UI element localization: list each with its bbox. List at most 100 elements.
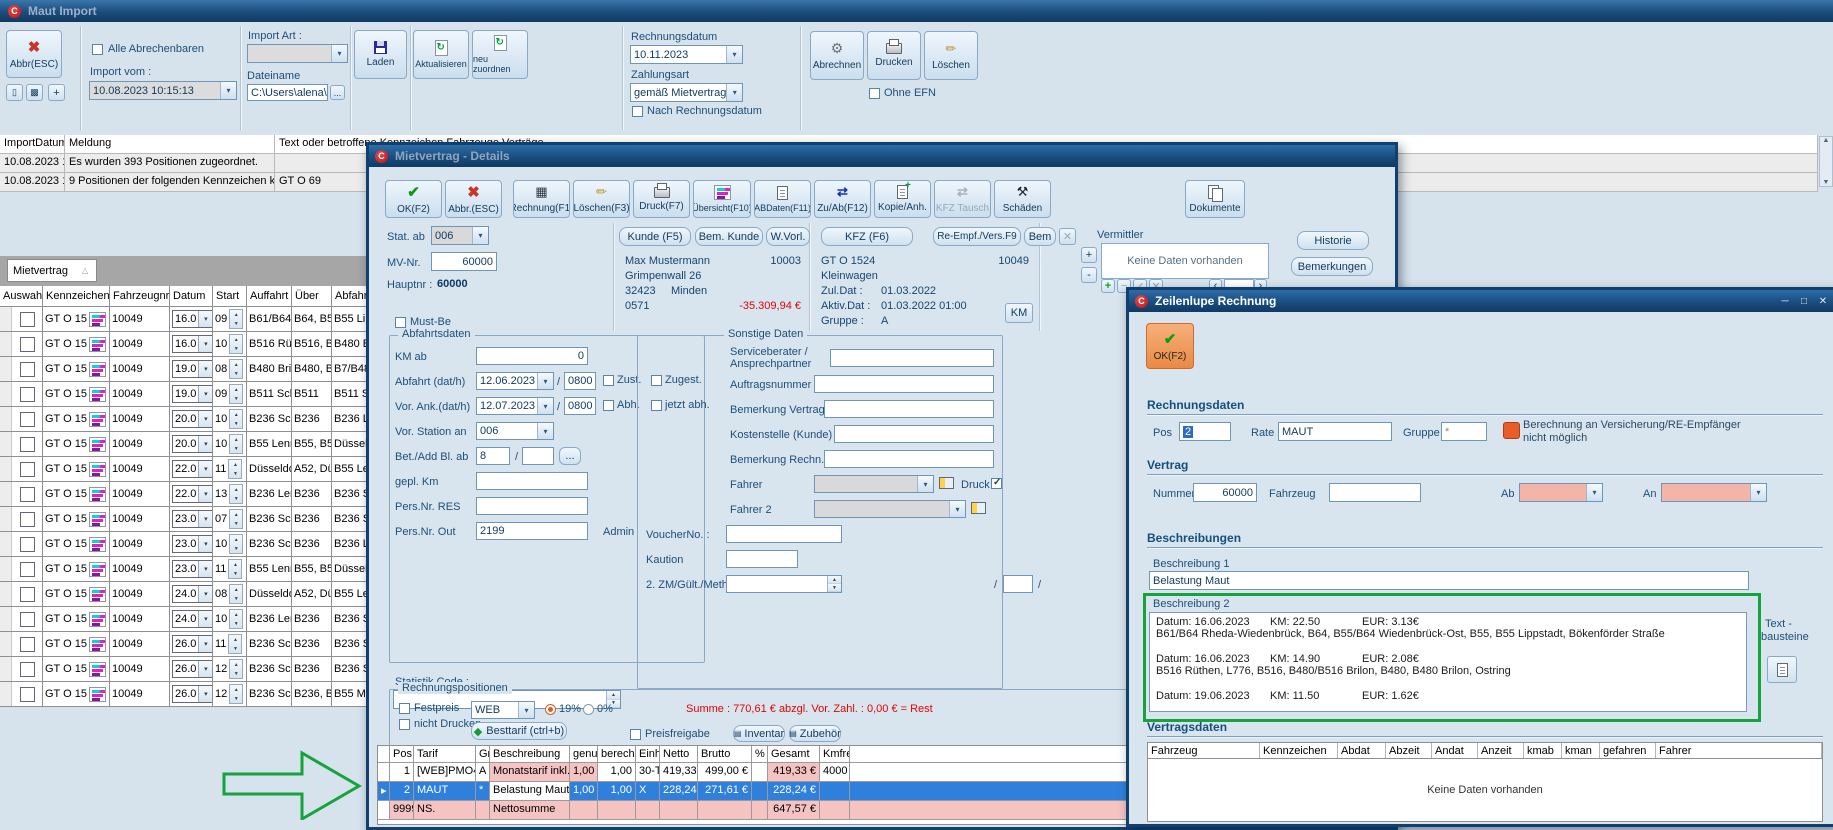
table-row[interactable]: GT O 15 10049 16.0▾ 10▲▼ B516 Rü B516, B… [0, 332, 372, 357]
date-select[interactable]: 23.0▾ [172, 510, 213, 528]
ok-button[interactable]: OK(F2) [1146, 323, 1194, 369]
vermittler-remove-button[interactable]: - [1081, 267, 1097, 283]
table-row[interactable]: GT O 15 10049 20.0▾ 10▲▼ B55 Lenn B55, B… [0, 432, 372, 457]
textbausteine-button[interactable] [1767, 656, 1797, 683]
table-row[interactable]: GT O 15 10049 24.0▾ 08▲▼ Düsseldo A52, D… [0, 582, 372, 607]
tab-kunde[interactable]: Kunde (F5) [619, 227, 691, 246]
browse-button[interactable]: ... [330, 85, 345, 100]
abfahrt-date-dropdown[interactable]: 12.06.2023▾ [476, 372, 554, 390]
fahrer2-dropdown[interactable]: ▾ [814, 500, 966, 518]
rechnungsdatum-dropdown[interactable]: 10.11.2023▾ [630, 45, 743, 64]
start-stepper[interactable]: ▲▼ [229, 359, 243, 379]
driver-card-icon[interactable] [939, 477, 954, 489]
uebersicht-button[interactable]: Übersicht(F10) [693, 180, 751, 218]
row-checkbox[interactable] [20, 437, 35, 452]
nummer-input[interactable]: 60000 [1193, 483, 1257, 502]
abrechnen-button[interactable]: Abrechnen [810, 31, 864, 80]
date-select[interactable]: 26.0▾ [172, 685, 213, 703]
ok-button[interactable]: OK(F2) [385, 180, 442, 218]
preisfreigabe-checkbox[interactable] [630, 729, 641, 740]
row-checkbox[interactable] [20, 487, 35, 502]
column-header[interactable]: Einheit [636, 746, 660, 762]
start-stepper[interactable]: ▲▼ [229, 684, 243, 704]
column-header[interactable]: Tarif [414, 746, 476, 762]
column-header[interactable]: Beschreibung [490, 746, 570, 762]
start-stepper[interactable]: ▲▼ [229, 409, 243, 429]
table-row[interactable]: GT O 15 10049 23.0▾ 07▲▼ B236 Sch B236 B… [0, 507, 372, 532]
auftrag-input[interactable] [814, 375, 994, 393]
column-header[interactable]: Auswahl [0, 286, 43, 306]
date-select[interactable]: 22.0▾ [172, 460, 213, 478]
date-select[interactable]: 26.0▾ [172, 635, 213, 653]
column-header[interactable]: genutzt [570, 746, 598, 762]
tab-mietvertrag[interactable]: Mietvertrag △ [7, 259, 97, 282]
row-checkbox[interactable] [20, 512, 35, 527]
rechnung-button[interactable]: Rechnung(F1) [513, 180, 570, 218]
abfahrt-time-input[interactable]: 0800 [564, 372, 596, 390]
row-checkbox[interactable] [20, 362, 35, 377]
column-header[interactable]: Anzeit [1478, 743, 1524, 758]
table-row[interactable]: GT O 15 10049 16.0▾ 09▲▼ B61/B64 B64, B5… [0, 307, 372, 332]
pos-input[interactable]: 2 [1179, 422, 1231, 441]
table-row[interactable]: GT O 15 10049 23.0▾ 11▲▼ B55 Lenn B55, B… [0, 557, 372, 582]
row-checkbox[interactable] [20, 637, 35, 652]
ab-dropdown[interactable]: ▾ [1519, 483, 1603, 502]
rate-input[interactable]: MAUT [1278, 422, 1392, 441]
row-checkbox[interactable] [20, 462, 35, 477]
abh-checkbox[interactable] [603, 400, 614, 411]
laden-button[interactable]: Laden [354, 30, 407, 79]
loeschen-button[interactable]: Löschen [924, 31, 978, 80]
mwst19-radio[interactable] [545, 704, 556, 715]
row-checkbox[interactable] [20, 312, 35, 327]
column-header[interactable]: Kmfrei [820, 746, 850, 762]
column-header[interactable]: Start [213, 286, 247, 306]
zubehoer-button[interactable]: ▤Zubehör [789, 725, 841, 742]
column-header[interactable]: % [752, 746, 768, 762]
kaution-input[interactable] [726, 550, 798, 568]
service-input[interactable] [830, 349, 994, 367]
dokumente-button[interactable]: Dokumente [1185, 180, 1245, 218]
bet-add-input[interactable]: 8 [476, 447, 510, 465]
gepl-km-input[interactable] [476, 472, 588, 490]
start-stepper[interactable]: ▲▼ [229, 584, 243, 604]
kostenstelle-input[interactable] [834, 425, 994, 443]
row-checkbox[interactable] [20, 612, 35, 627]
start-stepper[interactable]: ▲▼ [229, 659, 243, 679]
table-row[interactable]: GT O 15 10049 22.0▾ 13▲▼ B236 Ler B236 B… [0, 482, 372, 507]
start-stepper[interactable]: ▲▼ [229, 484, 243, 504]
druck-checkbox[interactable] [991, 478, 1002, 489]
column-header[interactable]: Brutto [698, 746, 752, 762]
vor-ank-date-dropdown[interactable]: 12.07.2023▾ [476, 397, 554, 415]
start-stepper[interactable]: ▲▼ [229, 384, 243, 404]
abort-button[interactable]: Abbr(ESC) [6, 30, 62, 78]
table-row[interactable]: GT O 15 10049 26.0▾ 12▲▼ B236 Sch B236 B… [0, 657, 372, 682]
km-button[interactable]: KM [1005, 303, 1033, 323]
abort-button[interactable]: Abbr.(ESC) [445, 180, 502, 218]
besttarif-button[interactable]: Besttarif (ctrl+b) [471, 722, 567, 740]
mv-nr-input[interactable]: 60000 [431, 252, 497, 271]
start-stepper[interactable]: ▲▼ [229, 434, 243, 454]
start-stepper[interactable]: ▲▼ [229, 334, 243, 354]
beschreibung1-input[interactable]: Belastung Maut [1149, 571, 1749, 590]
vor-ank-time-input[interactable]: 0800 [564, 397, 596, 415]
column-header[interactable]: Fahrzeug [1148, 743, 1260, 758]
view-grid-button[interactable]: ▩ [26, 84, 43, 101]
column-header[interactable]: Auffahrt [247, 286, 292, 306]
column-header[interactable]: Pos [390, 746, 414, 762]
close-button[interactable]: ✕ [1816, 296, 1830, 307]
driver-card-icon[interactable] [971, 502, 986, 514]
nicht-drucken-checkbox[interactable] [399, 719, 410, 730]
position-row-2-selected[interactable]: ▸ 2 MAUT * Belastung Maut 1,00 1,00 X 22… [378, 782, 1132, 801]
tab-w-vorl[interactable]: W.Vorl. [766, 227, 810, 246]
start-stepper[interactable]: ▲▼ [229, 609, 243, 629]
column-header[interactable]: Kennzeichen [1260, 743, 1338, 758]
historie-button[interactable]: Historie [1297, 231, 1369, 250]
vor-station-dropdown[interactable]: 006▾ [476, 422, 554, 440]
drucken-button[interactable]: Drucken [867, 31, 921, 80]
details-titlebar[interactable]: Mietvertrag - Details [369, 145, 1395, 167]
aktualisieren-button[interactable]: Aktualisieren [413, 30, 469, 79]
kopie-button[interactable]: +Kopie/Anh. [874, 180, 931, 218]
zm-input[interactable]: ▲▼ [726, 575, 842, 593]
table-row[interactable]: GT O 15 10049 22.0▾ 11▲▼ Düsseldo A52, D… [0, 457, 372, 482]
gruppe-input[interactable]: * [1441, 422, 1487, 441]
